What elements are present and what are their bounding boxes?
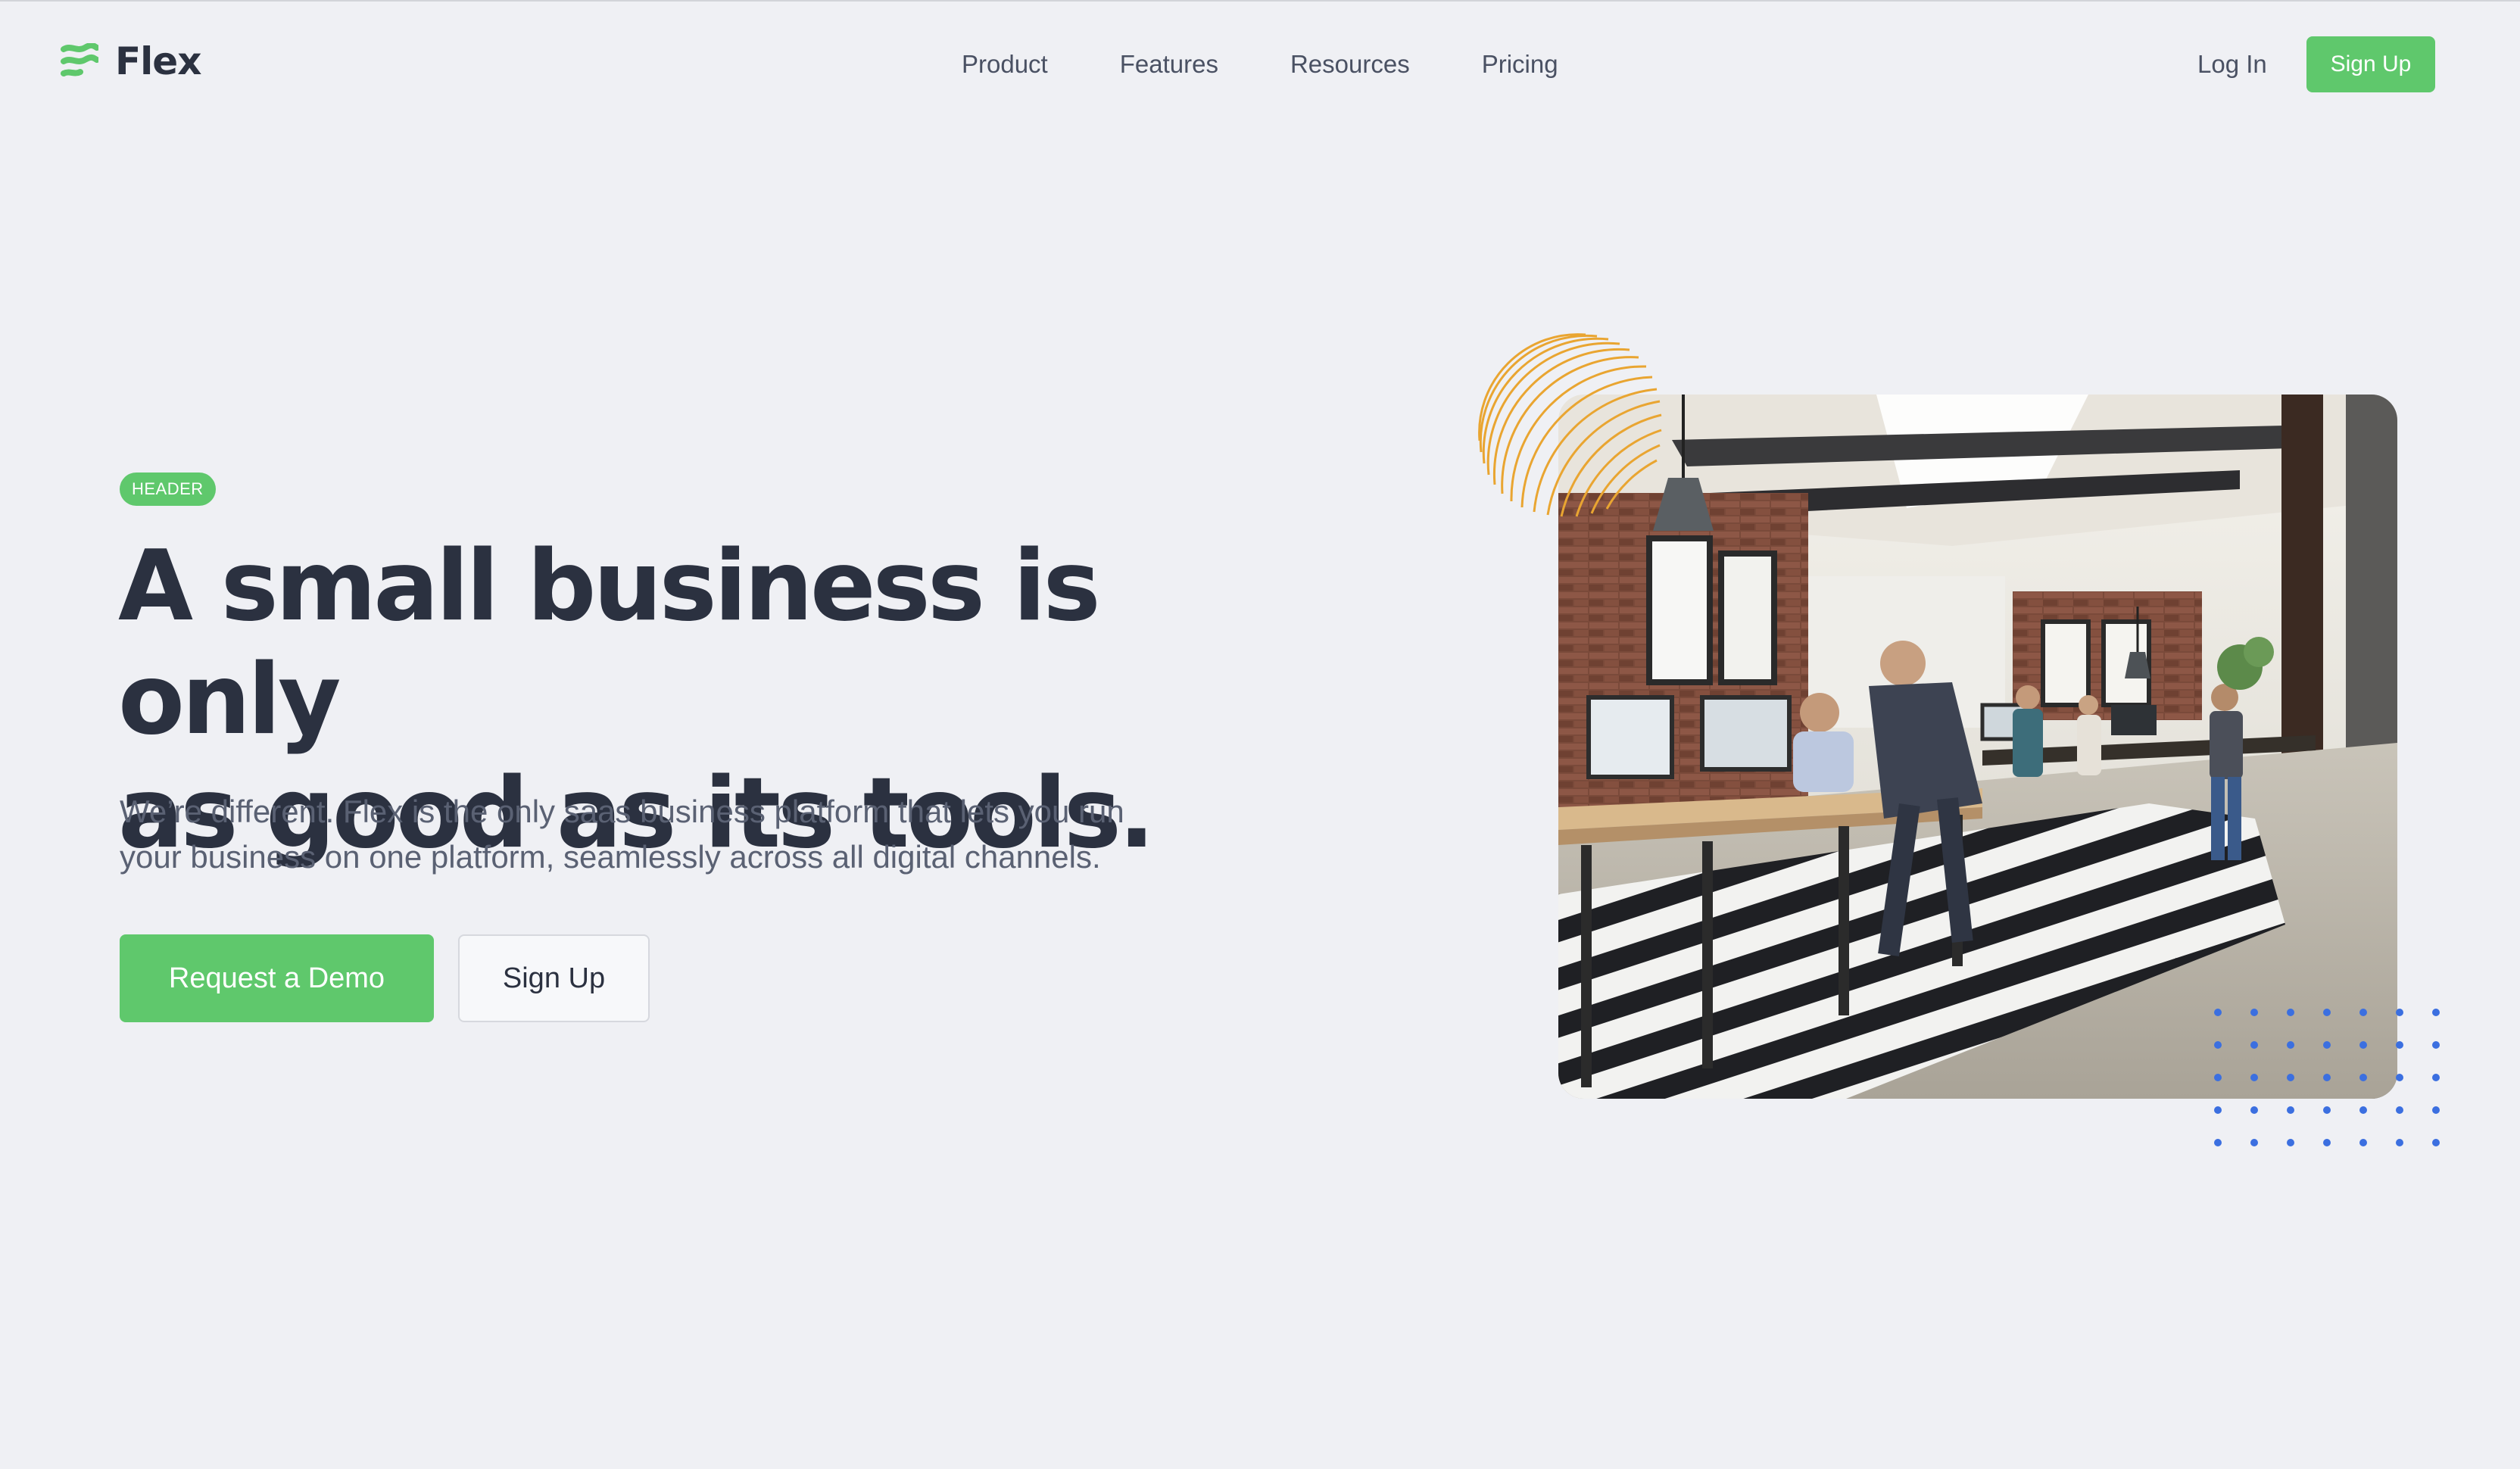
nav-link-resources[interactable]: Resources — [1290, 45, 1410, 83]
brand-logo[interactable]: Flex — [61, 39, 201, 83]
office-photo — [1558, 395, 2397, 1099]
hero-subtext: We’re different. Flex is the only saas b… — [120, 789, 1240, 880]
landing-page: Flex Product Features Resources Pricing … — [0, 0, 2520, 1469]
hero-signup-button[interactable]: Sign Up — [458, 934, 650, 1022]
main-nav: Product Features Resources Pricing — [962, 45, 1558, 83]
subtext-line-1: We’re different. Flex is the only saas b… — [120, 794, 1124, 829]
subtext-line-2: your business on one platform, seamlessl… — [120, 839, 1101, 875]
section-badge: HEADER — [120, 473, 216, 506]
brand-name: Flex — [115, 39, 201, 83]
wave-lines-icon — [61, 43, 98, 80]
orange-rings-decoration — [1478, 333, 1662, 517]
blue-dots-decoration — [2214, 1009, 2440, 1146]
login-link[interactable]: Log In — [2197, 45, 2267, 83]
nav-link-product[interactable]: Product — [962, 45, 1048, 83]
nav-signup-button[interactable]: Sign Up — [2306, 36, 2435, 92]
request-demo-button[interactable]: Request a Demo — [120, 934, 434, 1022]
nav-link-pricing[interactable]: Pricing — [1482, 45, 1558, 83]
nav-link-features[interactable]: Features — [1120, 45, 1218, 83]
headline-line-1: A small business is only — [118, 530, 1101, 756]
